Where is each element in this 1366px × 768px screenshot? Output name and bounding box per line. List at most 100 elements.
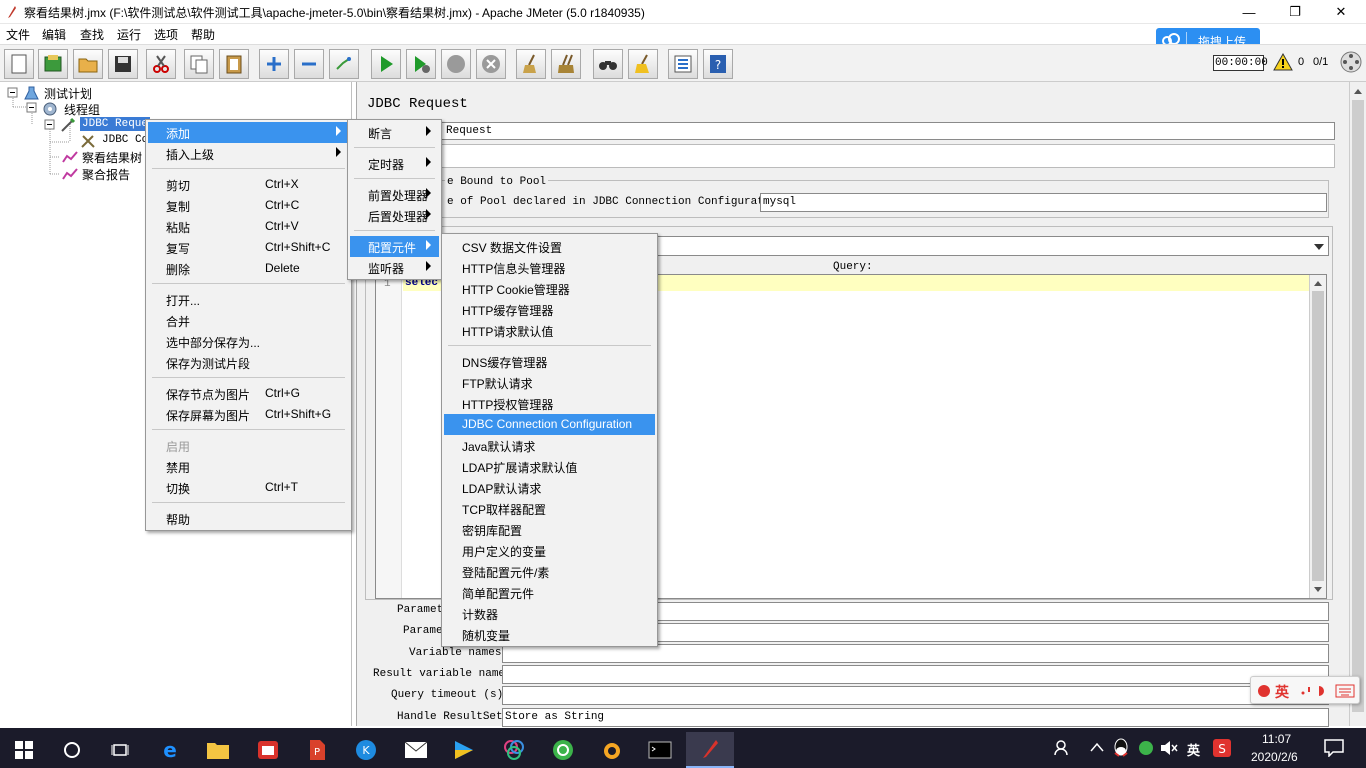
scroll-thumb[interactable] — [1352, 100, 1364, 712]
context-menu-item[interactable]: 粘贴 Ctrl+V — [148, 216, 349, 237]
config-submenu-item[interactable]: FTP默认请求 — [444, 372, 655, 393]
jmeter-taskbar-app[interactable] — [686, 732, 734, 768]
add-submenu-item[interactable]: 断言 — [350, 122, 439, 143]
copy-button[interactable] — [184, 49, 214, 79]
context-menu-item[interactable]: 选中部分保存为... — [148, 331, 349, 352]
volume-muted-icon[interactable] — [1160, 740, 1178, 756]
handle-resultset-select[interactable]: Store as String — [502, 708, 1329, 727]
clear-all-button[interactable] — [551, 49, 581, 79]
save-button[interactable] — [108, 49, 138, 79]
people-icon[interactable] — [1053, 739, 1071, 757]
config-submenu-item[interactable]: Java默认请求 — [444, 435, 655, 456]
browser-360-tray-icon[interactable] — [1138, 740, 1154, 756]
edge-taskbar-app[interactable]: e — [146, 732, 194, 768]
add-submenu-item[interactable]: 配置元件 — [350, 236, 439, 257]
result-variable-input[interactable] — [502, 665, 1329, 684]
context-menu-item[interactable]: 保存节点为图片 Ctrl+G — [148, 383, 349, 404]
context-menu-item[interactable]: 切换 Ctrl+T — [148, 477, 349, 498]
menu-edit[interactable]: 编辑 — [42, 26, 66, 43]
task-view-button[interactable] — [96, 732, 144, 768]
help-button[interactable]: ? — [703, 49, 733, 79]
config-submenu-item[interactable]: 简单配置元件 — [444, 582, 655, 603]
config-submenu-item[interactable]: CSV 数据文件设置 — [444, 236, 655, 257]
context-menu-item[interactable]: 插入上级 — [148, 143, 349, 164]
config-submenu-item[interactable]: HTTP授权管理器 — [444, 393, 655, 414]
menu-run[interactable]: 运行 — [117, 26, 141, 43]
config-submenu-item[interactable]: 用户定义的变量 — [444, 540, 655, 561]
reader-taskbar-app[interactable] — [244, 732, 292, 768]
menu-search[interactable]: 查找 — [80, 26, 104, 43]
config-submenu-item[interactable]: 计数器 — [444, 603, 655, 624]
config-submenu-item[interactable]: LDAP默认请求 — [444, 477, 655, 498]
config-submenu-item[interactable]: 登陆配置元件/素 — [444, 561, 655, 582]
collapse-button[interactable] — [294, 49, 324, 79]
photos-taskbar-app[interactable] — [490, 732, 538, 768]
context-menu-item[interactable]: 打开... — [148, 289, 349, 310]
context-menu-item[interactable]: 帮助 — [148, 508, 349, 529]
start-no-pause-button[interactable] — [406, 49, 436, 79]
video-taskbar-app[interactable] — [440, 732, 488, 768]
config-submenu-item[interactable]: HTTP信息头管理器 — [444, 257, 655, 278]
cut-button[interactable] — [146, 49, 176, 79]
context-menu-item[interactable]: 删除 Delete — [148, 258, 349, 279]
weibo-taskbar-app[interactable] — [588, 732, 636, 768]
minimize-button[interactable]: — — [1226, 0, 1272, 24]
stop-button[interactable] — [441, 49, 471, 79]
panel-scrollbar[interactable] — [1349, 82, 1366, 726]
start-button[interactable] — [0, 732, 48, 768]
add-submenu-item[interactable]: 定时器 — [350, 153, 439, 174]
editor-scrollbar[interactable] — [1309, 275, 1326, 598]
context-menu-item[interactable]: 保存屏幕为图片 Ctrl+Shift+G — [148, 404, 349, 425]
add-submenu-item[interactable]: 后置处理器 — [350, 205, 439, 226]
open-button[interactable] — [73, 49, 103, 79]
search-button[interactable] — [48, 732, 96, 768]
config-submenu-item[interactable]: DNS缓存管理器 — [444, 351, 655, 372]
config-submenu-item[interactable]: 密钥库配置 — [444, 519, 655, 540]
toggle-button[interactable] — [329, 49, 359, 79]
wps-taskbar-app[interactable]: P — [293, 732, 341, 768]
config-submenu-item[interactable]: HTTP Cookie管理器 — [444, 278, 655, 299]
paste-button[interactable] — [219, 49, 249, 79]
config-submenu-item[interactable]: 随机变量 — [444, 624, 655, 645]
context-menu-item[interactable]: 保存为测试片段 — [148, 352, 349, 373]
wps-tray-icon[interactable]: S — [1213, 739, 1231, 757]
browser-360-taskbar-app[interactable] — [539, 732, 587, 768]
query-type-select[interactable] — [657, 236, 1329, 256]
config-submenu-item[interactable]: TCP取样器配置 — [444, 498, 655, 519]
add-submenu-item[interactable]: 前置处理器 — [350, 184, 439, 205]
clock-date[interactable]: 2020/2/6 — [1251, 750, 1298, 764]
comments-field[interactable] — [357, 144, 1335, 168]
ime-indicator[interactable]: 英 — [1187, 740, 1200, 759]
context-menu-item[interactable]: 复写 Ctrl+Shift+C — [148, 237, 349, 258]
kugou-taskbar-app[interactable]: K — [342, 732, 390, 768]
function-helper-button[interactable] — [668, 49, 698, 79]
maximize-button[interactable]: ❐ — [1272, 0, 1318, 24]
config-submenu-item[interactable]: LDAP扩展请求默认值 — [444, 456, 655, 477]
qq-icon[interactable] — [1112, 738, 1130, 758]
clear-button[interactable] — [516, 49, 546, 79]
scroll-thumb[interactable] — [1312, 291, 1324, 581]
menu-file[interactable]: 文件 — [6, 26, 30, 43]
pool-variable-input[interactable]: mysql — [760, 193, 1327, 212]
templates-button[interactable] — [38, 49, 68, 79]
menu-help[interactable]: 帮助 — [191, 26, 215, 43]
config-submenu-item[interactable]: JDBC Connection Configuration — [444, 414, 655, 435]
explorer-taskbar-app[interactable] — [194, 732, 242, 768]
warning-icon[interactable] — [1273, 53, 1293, 71]
new-button[interactable] — [4, 49, 34, 79]
mail-taskbar-app[interactable] — [392, 732, 440, 768]
notification-icon[interactable] — [1324, 739, 1344, 757]
terminal-taskbar-app[interactable] — [636, 732, 684, 768]
search-button[interactable] — [593, 49, 623, 79]
menu-options[interactable]: 选项 — [154, 26, 178, 43]
context-menu-item[interactable]: 禁用 — [148, 456, 349, 477]
context-menu-item[interactable]: 剪切 Ctrl+X — [148, 174, 349, 195]
context-menu-item[interactable]: 复制 Ctrl+C — [148, 195, 349, 216]
add-submenu-item[interactable]: 监听器 — [350, 257, 439, 278]
query-timeout-input[interactable] — [502, 686, 1329, 705]
chevron-up-icon[interactable] — [1090, 742, 1104, 752]
context-menu-item[interactable]: 合并 — [148, 310, 349, 331]
reset-search-button[interactable] — [628, 49, 658, 79]
clock-time[interactable]: 11:07 — [1262, 732, 1291, 746]
config-submenu-item[interactable]: HTTP缓存管理器 — [444, 299, 655, 320]
